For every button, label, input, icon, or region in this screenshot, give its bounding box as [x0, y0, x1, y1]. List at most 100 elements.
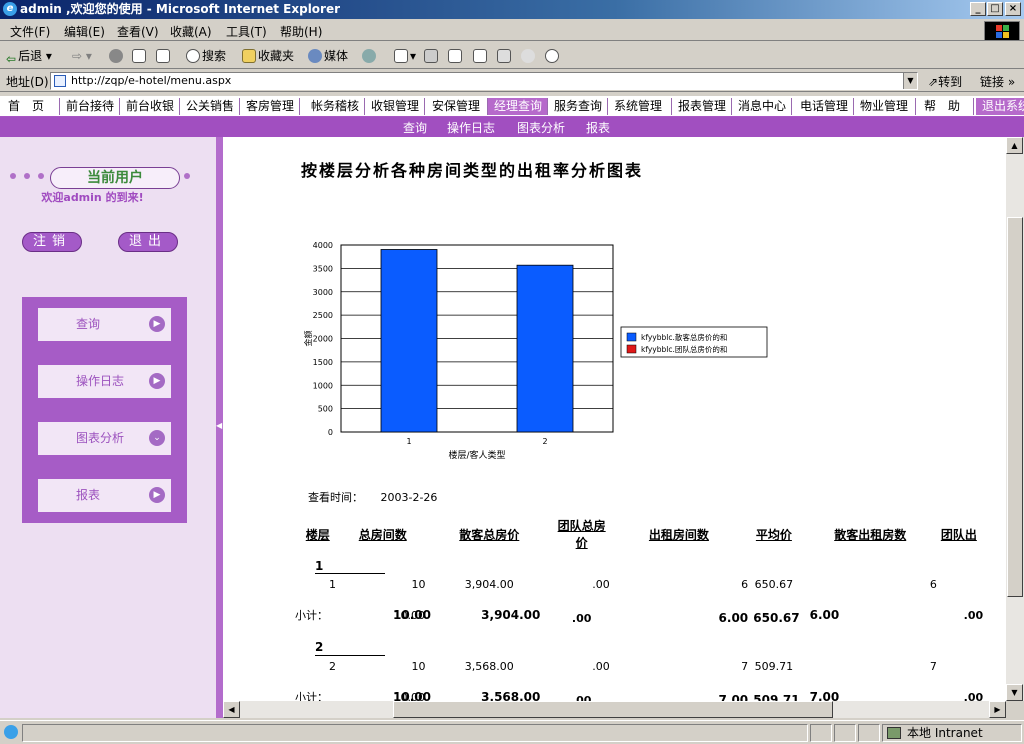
- nav-manager-query[interactable]: 经理查询: [488, 98, 548, 115]
- legend-label: kfyybblc.团队总房价的和: [641, 344, 727, 354]
- print-button[interactable]: [424, 48, 440, 64]
- y-tick-label: 2500: [313, 311, 333, 320]
- subnav-log[interactable]: 操作日志: [447, 119, 495, 136]
- nav-service-query[interactable]: 服务查询: [548, 98, 608, 115]
- nav-security[interactable]: 安保管理: [426, 98, 488, 115]
- minimize-button[interactable]: _: [970, 2, 986, 16]
- back-button[interactable]: ⇦ 后退 ▾: [6, 48, 52, 66]
- chat-icon: [545, 49, 559, 63]
- app-main-nav: 首 页 前台接待 前台收银 公关销售 客房管理 帐务稽核 收银管理 安保管理 经…: [0, 96, 1024, 117]
- horizontal-scrollbar[interactable]: ◀ ▶: [223, 701, 1006, 718]
- print-icon: [424, 49, 438, 63]
- nav-system[interactable]: 系统管理: [608, 98, 672, 115]
- scroll-up-button[interactable]: ▲: [1006, 137, 1023, 154]
- scroll-down-button[interactable]: ▼: [1006, 684, 1023, 701]
- chat-button[interactable]: [545, 48, 561, 64]
- go-label: 转到: [938, 75, 963, 89]
- home-button[interactable]: [156, 48, 172, 64]
- refresh-button[interactable]: [132, 48, 148, 64]
- decor-dot: [38, 173, 44, 179]
- history-button[interactable]: [362, 48, 378, 64]
- nav-reports[interactable]: 报表管理: [672, 98, 732, 115]
- nav-audit[interactable]: 帐务稽核: [305, 98, 365, 115]
- decor-dot: [184, 173, 190, 179]
- x-tick-label: 2: [542, 437, 547, 446]
- sidebar-item-label: 报表: [76, 488, 101, 502]
- address-dropdown-button[interactable]: ▼: [903, 73, 917, 89]
- horizontal-scroll-thumb[interactable]: [393, 701, 833, 718]
- menu-file[interactable]: 文件(F): [10, 23, 50, 40]
- media-icon: [308, 49, 322, 63]
- logout-button[interactable]: 注销: [22, 232, 82, 252]
- vertical-scrollbar[interactable]: ▲ ▼: [1006, 137, 1024, 701]
- maximize-button[interactable]: □: [987, 2, 1003, 16]
- search-button[interactable]: 搜索: [186, 48, 226, 64]
- nav-sales[interactable]: 公关销售: [180, 98, 240, 115]
- welcome-text: 欢迎admin 的到来!: [41, 191, 144, 204]
- subnav-query[interactable]: 查询: [403, 119, 427, 136]
- col-header: 总房间数: [358, 527, 407, 542]
- cell-floor: 2: [329, 659, 336, 673]
- nav-reception[interactable]: 前台接待: [60, 98, 120, 115]
- subnav-chart[interactable]: 图表分析: [517, 119, 565, 136]
- messenger-button[interactable]: [521, 48, 537, 64]
- page-status-icon: [4, 725, 18, 739]
- go-button[interactable]: ⇗转到: [928, 73, 962, 90]
- discuss-button[interactable]: [473, 48, 489, 64]
- nav-front-cashier[interactable]: 前台收银: [120, 98, 180, 115]
- cell: 7.00: [718, 693, 749, 701]
- nav-exit[interactable]: 退出系统: [976, 98, 1024, 115]
- arrow-right-icon: ▶: [149, 316, 165, 332]
- cell: 10.00 3,904.00: [393, 595, 554, 635]
- view-time-value: 2003-2-26: [380, 491, 438, 504]
- nav-help[interactable]: 帮 助: [918, 98, 974, 115]
- nav-housekeeping[interactable]: 客房管理: [240, 98, 300, 115]
- vertical-scroll-thumb[interactable]: [1007, 217, 1023, 597]
- subnav-report[interactable]: 报表: [586, 119, 610, 136]
- nav-phone[interactable]: 电话管理: [794, 98, 854, 115]
- menu-help[interactable]: 帮助(H): [280, 23, 322, 40]
- cell-rooms: 10: [411, 659, 426, 673]
- page-icon: [54, 75, 66, 87]
- chevron-down-icon: ⌄: [149, 430, 165, 446]
- window-title: admin ,欢迎您的使用 - Microsoft Internet Explo…: [20, 2, 341, 16]
- nav-home[interactable]: 首 页: [2, 98, 60, 115]
- home-icon: [156, 49, 170, 63]
- y-tick-label: 0: [328, 428, 333, 437]
- go-arrow-icon: ⇗: [928, 75, 939, 89]
- favorites-button[interactable]: 收藏夹: [242, 48, 294, 64]
- sidebar-item-report[interactable]: 报表 ▶: [38, 479, 171, 512]
- nav-messages[interactable]: 消息中心: [732, 98, 792, 115]
- menu-edit[interactable]: 编辑(E): [64, 23, 105, 40]
- nav-property[interactable]: 物业管理: [854, 98, 916, 115]
- sidebar-item-chart[interactable]: 图表分析 ⌄: [38, 422, 171, 455]
- menu-view[interactable]: 查看(V): [117, 23, 159, 40]
- group-header-row: 2: [295, 635, 1006, 655]
- sidebar-collapse-handle[interactable]: ◀: [216, 137, 223, 718]
- nav-cashier-mgmt[interactable]: 收银管理: [365, 98, 425, 115]
- scroll-left-button[interactable]: ◀: [223, 701, 240, 718]
- sidebar-item-query[interactable]: 查询 ▶: [38, 308, 171, 341]
- close-button[interactable]: ×: [1005, 2, 1021, 16]
- media-button[interactable]: 媒体: [308, 48, 348, 64]
- stop-button[interactable]: [109, 48, 125, 64]
- view-time-label: 查看时间：: [308, 491, 363, 504]
- scroll-right-button[interactable]: ▶: [989, 701, 1006, 718]
- y-tick-label: 1500: [313, 358, 333, 367]
- address-input[interactable]: http://zqp/e-hotel/menu.aspx ▼: [50, 72, 918, 90]
- research-button[interactable]: [497, 48, 513, 64]
- sub-nav: 查询 操作日志 图表分析 报表: [0, 117, 1024, 137]
- sidebar-item-log[interactable]: 操作日志 ▶: [38, 365, 171, 398]
- mail-button[interactable]: ▾: [394, 48, 416, 64]
- subtotal-fit-price: 3,568.00: [481, 690, 541, 701]
- edit-button[interactable]: [448, 48, 464, 64]
- main-content: 按楼层分析各种房间类型的出租率分析图表 0 500 1000 1500 2000 2500…: [223, 137, 1006, 701]
- forward-button[interactable]: ⇨ ▾: [72, 48, 92, 64]
- search-icon: [186, 49, 200, 63]
- exit-button[interactable]: 退出: [118, 232, 178, 252]
- table-header-row: 楼层 总房间数 散客总房价 团队总房价 出租房间数 平均价 散客出租房数 团队出: [295, 517, 1006, 551]
- menu-tools[interactable]: 工具(T): [226, 23, 267, 40]
- menu-favorites[interactable]: 收藏(A): [170, 23, 212, 40]
- y-tick-label: 1000: [313, 381, 333, 390]
- links-button[interactable]: 链接 »: [980, 73, 1015, 90]
